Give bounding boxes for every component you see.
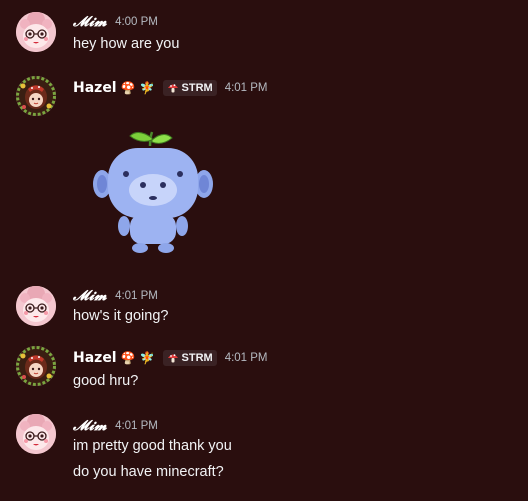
timestamp: 4:00 PM (115, 16, 158, 28)
message-text: how's it going? (73, 308, 169, 324)
timestamp: 4:01 PM (115, 420, 158, 432)
mushroom-icon (167, 352, 179, 364)
mushroom-icon (167, 82, 179, 94)
timestamp: 4:01 PM (224, 82, 268, 94)
avatar-image (16, 12, 56, 52)
server-tag[interactable]: STRM (162, 350, 217, 366)
message-text: do you have minecraft? (73, 464, 224, 480)
avatar-image (16, 76, 56, 116)
fairy-emoji: 🧚 (139, 351, 155, 365)
username[interactable]: Hazel (73, 80, 117, 96)
message-text: hey how are you (73, 36, 180, 52)
server-tag[interactable]: STRM (162, 80, 217, 96)
username[interactable]: Hazel (73, 350, 117, 366)
message-header: Hazel 🍄 🧚 STRM 4:01 PM (73, 348, 268, 368)
avatar-image (16, 414, 56, 454)
server-tag-label: STRM (181, 352, 213, 364)
message-header: 𝓜𝓲𝓶 4:00 PM (73, 12, 158, 32)
username[interactable]: 𝓜𝓲𝓶 (73, 14, 107, 30)
message-header: 𝓜𝓲𝓶 4:01 PM (73, 286, 158, 306)
avatar[interactable] (16, 76, 56, 116)
avatar-image (16, 346, 56, 386)
username[interactable]: 𝓜𝓲𝓶 (73, 418, 107, 434)
message-header: 𝓜𝓲𝓶 4:01 PM (73, 416, 158, 436)
avatar-image (16, 286, 56, 326)
avatar[interactable] (16, 12, 56, 52)
mushroom-emoji: 🍄 (120, 81, 136, 95)
fairy-emoji: 🧚 (139, 81, 155, 95)
server-tag-label: STRM (181, 82, 213, 94)
avatar[interactable] (16, 286, 56, 326)
message-text: im pretty good thank you (73, 438, 232, 454)
username[interactable]: 𝓜𝓲𝓶 (73, 288, 107, 304)
avatar[interactable] (16, 414, 56, 454)
message-header: Hazel 🍄 🧚 STRM 4:01 PM (73, 78, 268, 98)
wumpus-sprout-sticker[interactable] (88, 128, 218, 258)
timestamp: 4:01 PM (115, 290, 158, 302)
mushroom-emoji: 🍄 (120, 351, 136, 365)
message-text: good hru? (73, 373, 139, 389)
avatar[interactable] (16, 346, 56, 386)
timestamp: 4:01 PM (224, 352, 268, 364)
